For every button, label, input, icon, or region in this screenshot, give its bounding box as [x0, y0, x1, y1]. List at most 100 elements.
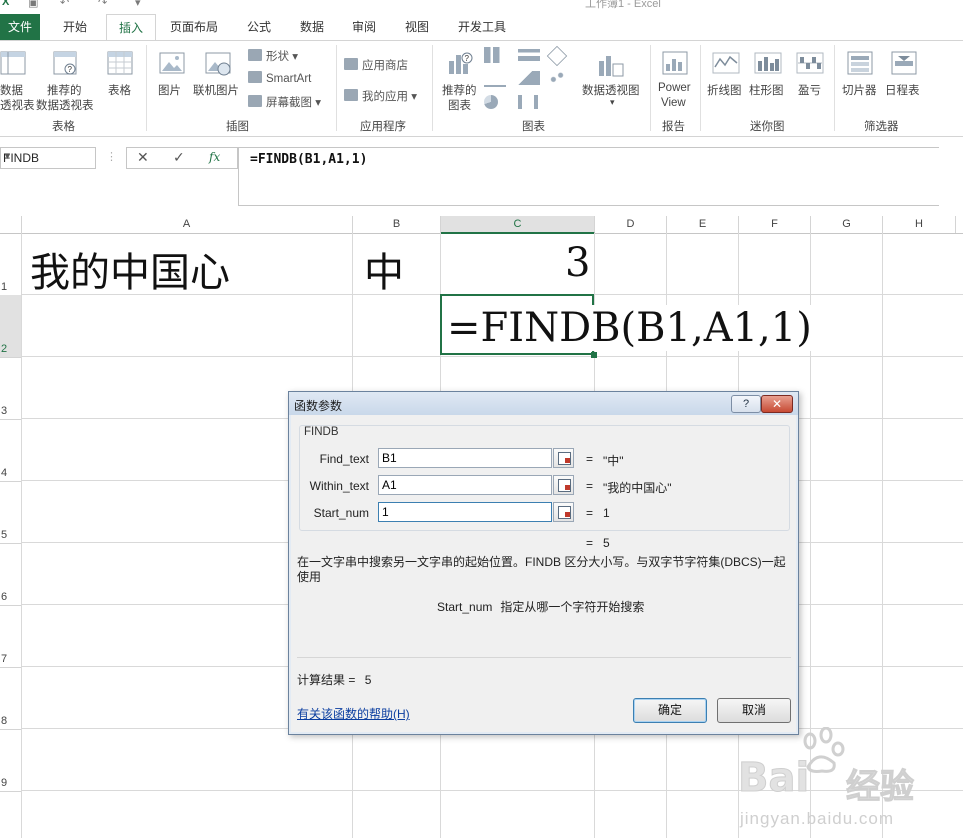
- sparkline-column-icon: [754, 52, 782, 74]
- cell-c1[interactable]: 3: [565, 240, 590, 286]
- store-button[interactable]: 应用商店: [344, 57, 408, 73]
- find-text-result: "中": [603, 454, 624, 468]
- function-help-link[interactable]: 有关该函数的帮助(H): [297, 705, 410, 722]
- row-header-9[interactable]: 9: [0, 729, 21, 792]
- pivottable-icon: [0, 51, 26, 75]
- row-header-6[interactable]: 6: [0, 543, 21, 606]
- ribbon-separator: [432, 45, 433, 131]
- formula-bar-grip-icon: ⋮: [106, 151, 117, 163]
- redo-icon[interactable]: ↷: [98, 0, 107, 9]
- arg-label-within-text: Within_text: [309, 479, 369, 493]
- column-header-h[interactable]: H: [883, 216, 956, 233]
- arg-label-find-text: Find_text: [319, 452, 369, 466]
- smartart-button[interactable]: SmartArt: [248, 71, 311, 85]
- tab-review[interactable]: 审阅: [352, 18, 376, 35]
- name-box[interactable]: FINDB ▼: [0, 147, 96, 169]
- find-text-input[interactable]: [378, 448, 552, 468]
- row-header-4[interactable]: 4: [0, 419, 21, 482]
- chart-type-radar-icon[interactable]: [546, 45, 568, 67]
- store-icon: [344, 58, 358, 70]
- column-header-g[interactable]: G: [811, 216, 883, 233]
- column-header-b[interactable]: B: [353, 216, 441, 233]
- tab-page-layout[interactable]: 页面布局: [170, 18, 218, 35]
- tab-home[interactable]: 开始: [63, 18, 87, 35]
- column-header-e[interactable]: E: [667, 216, 739, 233]
- screenshot-button[interactable]: 屏幕截图 ▾: [248, 94, 321, 110]
- customize-qat-icon[interactable]: ▾: [135, 0, 141, 9]
- cancel-icon[interactable]: ✕: [137, 149, 149, 166]
- sparkline-winloss-icon: [796, 52, 824, 74]
- formula-text: =FINDB(B1,A1,1): [250, 152, 368, 167]
- formula-result: 计算结果 = 5: [297, 673, 372, 687]
- tab-data[interactable]: 数据: [300, 18, 324, 35]
- timeline-icon: [891, 51, 917, 75]
- column-header-f[interactable]: F: [739, 216, 811, 233]
- formula-preview-result: 5: [603, 536, 610, 550]
- group-label-sparklines: 迷你图: [750, 121, 785, 133]
- tab-insert[interactable]: 插入: [106, 14, 156, 41]
- cell-b1[interactable]: 中: [364, 240, 404, 298]
- pivotchart-icon: [599, 56, 624, 77]
- start-num-input[interactable]: [378, 502, 552, 522]
- tab-formulas[interactable]: 公式: [247, 18, 271, 35]
- start-num-result: 1: [603, 506, 610, 520]
- column-header-c[interactable]: C: [441, 216, 595, 234]
- ribbon: 数据 透视表 ? 推荐的 数据透视表 表格 表格 图片 联机图片 形状 ▾ Sm…: [0, 40, 963, 137]
- formula-result-value: 5: [364, 673, 372, 687]
- dialog-title: 函数参数: [294, 399, 343, 413]
- dialog-close-button[interactable]: ✕: [761, 395, 793, 413]
- collapse-dialog-button[interactable]: [553, 502, 574, 522]
- ok-button[interactable]: 确定: [633, 698, 707, 723]
- save-icon[interactable]: ▣: [28, 0, 38, 9]
- tab-view[interactable]: 视图: [405, 18, 429, 35]
- enter-icon[interactable]: ✓: [173, 149, 185, 166]
- function-name: FINDB: [303, 426, 340, 438]
- select-all-corner[interactable]: [0, 216, 22, 233]
- insert-function-icon[interactable]: fx: [209, 150, 220, 164]
- group-label-tables: 表格: [52, 121, 75, 133]
- my-apps-button[interactable]: 我的应用 ▾: [344, 88, 417, 104]
- undo-icon[interactable]: ↶: [60, 0, 69, 9]
- excel-logo-icon: X: [2, 0, 10, 8]
- row-header-1[interactable]: 1: [0, 233, 21, 296]
- column-header-d[interactable]: D: [595, 216, 667, 233]
- group-label-filters: 筛选器: [864, 121, 899, 133]
- row-header-5[interactable]: 5: [0, 481, 21, 544]
- cell-c2-editing[interactable]: =FINDB(B1,A1,1): [447, 305, 812, 351]
- group-label-apps: 应用程序: [360, 121, 406, 133]
- ribbon-separator: [650, 45, 651, 131]
- watermark-brand-suffix: 经验: [846, 768, 915, 807]
- tab-developer[interactable]: 开发工具: [458, 18, 506, 35]
- chart-type-scatter-icon[interactable]: [548, 71, 566, 85]
- my-apps-icon: [344, 89, 358, 101]
- chart-type-column-icon[interactable]: [484, 47, 506, 63]
- collapse-dialog-button[interactable]: [553, 475, 574, 495]
- row-header-3[interactable]: 3: [0, 357, 21, 420]
- tab-file[interactable]: 文件: [0, 14, 40, 40]
- within-text-input[interactable]: [378, 475, 552, 495]
- chart-type-line-icon[interactable]: [484, 71, 506, 87]
- chart-type-bar-icon[interactable]: [518, 49, 540, 61]
- fill-handle[interactable]: [591, 352, 597, 358]
- chart-type-combo-icon[interactable]: [518, 95, 538, 109]
- row-header-7[interactable]: 7: [0, 605, 21, 668]
- power-view-icon: [662, 51, 688, 75]
- chart-type-area-icon[interactable]: [518, 71, 540, 85]
- chart-type-pie-icon[interactable]: [484, 95, 498, 109]
- chevron-down-icon[interactable]: ▼: [3, 151, 92, 161]
- row-header-2[interactable]: 2: [0, 295, 21, 358]
- parameter-help: Start_num 指定从哪一个字符开始搜索: [437, 598, 644, 615]
- collapse-dialog-button[interactable]: [553, 448, 574, 468]
- picture-icon: [159, 52, 185, 74]
- cancel-button[interactable]: 取消: [717, 698, 791, 723]
- column-header-a[interactable]: A: [21, 216, 353, 233]
- formula-input[interactable]: =FINDB(B1,A1,1): [238, 147, 939, 206]
- cell-a1[interactable]: 我的中国心: [30, 240, 230, 298]
- arg-label-start-num: Start_num: [313, 506, 369, 520]
- shapes-button[interactable]: 形状 ▾: [248, 48, 298, 64]
- dialog-help-button[interactable]: ?: [731, 395, 761, 413]
- smartart-icon: [248, 71, 262, 83]
- row-header-8[interactable]: 8: [0, 667, 21, 730]
- dialog-title-bar[interactable]: 函数参数 ? ✕: [289, 392, 798, 415]
- online-picture-icon: [205, 52, 231, 76]
